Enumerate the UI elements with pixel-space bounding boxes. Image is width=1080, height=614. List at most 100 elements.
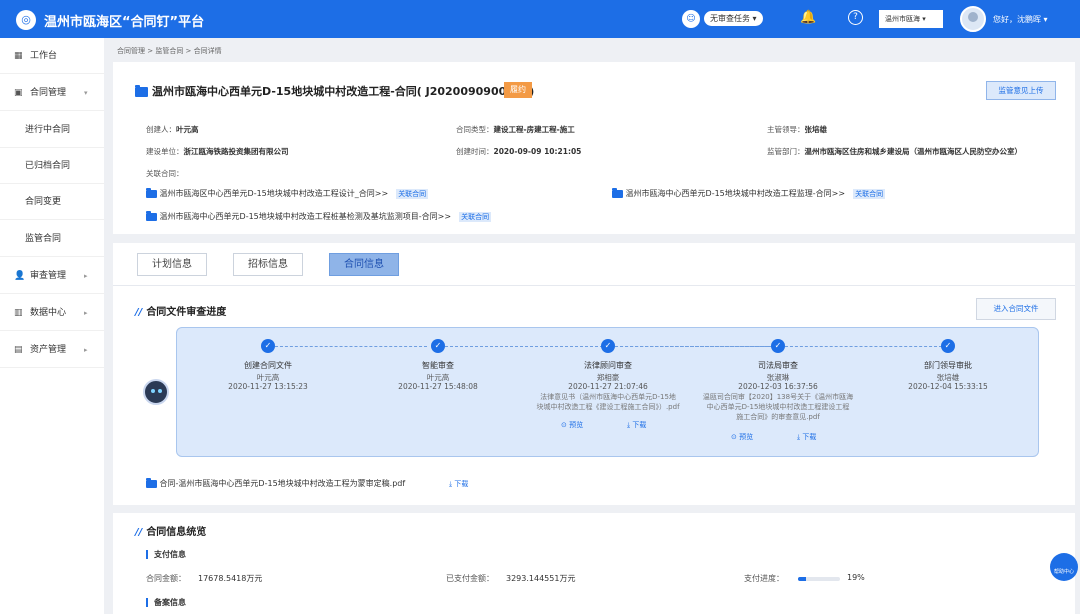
- tab-plan-info[interactable]: 计划信息: [137, 253, 207, 276]
- folder-icon: [135, 85, 148, 97]
- breadcrumb[interactable]: 合同管理 > 监管合同 > 合同详情: [117, 46, 222, 56]
- sidebar-item-asset-management[interactable]: ▤ 资产管理 ▸: [0, 332, 104, 368]
- upload-opinion-button[interactable]: 监管意见上传: [986, 81, 1056, 100]
- app-title: 温州市瓯海区“合同钉”平台: [44, 15, 205, 30]
- download-button[interactable]: ⤓ 下载: [627, 420, 646, 430]
- sidebar: ▦ 工作台 ▣ 合同管理 ▾ 进行中合同 已归档合同 合同变更 监管合同 👤 审…: [0, 38, 104, 614]
- sidebar-item-label: 合同管理: [30, 88, 67, 98]
- folder-icon: [146, 477, 157, 488]
- step-document[interactable]: 法律意见书（温州市瓯海中心西单元D-15地 块城中村改造工程《建设工程施工合同》…: [523, 392, 693, 412]
- step-name: 智能审查: [422, 361, 454, 370]
- sidebar-item-label: 数据中心: [30, 308, 67, 318]
- chevron-right-icon: ▸: [84, 346, 88, 354]
- step-time: 2020-11-27 21:07:46: [568, 382, 648, 391]
- user-greeting[interactable]: 您好，沈鹏晖 ▾: [993, 14, 1048, 25]
- overview-card: [113, 513, 1075, 614]
- step-time: 2020-12-03 16:37:56: [738, 382, 818, 391]
- sidebar-item-contract-changes[interactable]: 合同变更: [0, 184, 104, 220]
- sidebar-item-label: 进行中合同: [25, 125, 71, 135]
- avatar[interactable]: [960, 6, 986, 32]
- sidebar-item-label: 资产管理: [30, 345, 67, 355]
- sidebar-item-label: 已归档合同: [25, 161, 71, 171]
- creator-field: 创建人：叶元高: [146, 125, 199, 134]
- chevron-right-icon: ▸: [84, 309, 88, 317]
- sidebar-item-label: 合同变更: [25, 197, 62, 207]
- user-icon: 👤: [14, 271, 26, 281]
- payment-progress-label: 支付进度：: [744, 574, 784, 583]
- sidebar-item-archived-contracts[interactable]: 已归档合同: [0, 148, 104, 184]
- sidebar-item-label: 监管合同: [25, 234, 62, 244]
- builder-field: 建设单位：浙江瓯海铁路投资集团有限公司: [146, 147, 289, 156]
- step-document[interactable]: 温瓯司合同审【2020】138号关于《温州市瓯海 中心西单元D-15地块城中村改…: [693, 392, 863, 422]
- step-name: 司法局审查: [758, 361, 798, 370]
- overview-section-title: //合同信息统览: [135, 527, 207, 538]
- bell-icon[interactable]: 🔔: [800, 10, 816, 25]
- contract-amount: 合同金额： 17678.5418万元: [146, 574, 263, 583]
- tab-contract-info[interactable]: 合同信息: [329, 253, 399, 276]
- preview-button[interactable]: ⊙ 预览: [731, 432, 753, 442]
- top-bar: ◎ 温州市瓯海区“合同钉”平台 ☺ 无审查任务 ▾ 🔔 ? 温州市瓯海 ▾ 您好…: [0, 0, 1080, 38]
- check-icon: ✓: [941, 339, 955, 353]
- sidebar-item-ongoing-contracts[interactable]: 进行中合同: [0, 112, 104, 148]
- preview-button[interactable]: ⊙ 预览: [561, 420, 583, 430]
- download-button[interactable]: ⤓ 下载: [797, 432, 816, 442]
- region-select[interactable]: 温州市瓯海 ▾: [879, 10, 943, 28]
- help-icon[interactable]: ?: [848, 10, 863, 25]
- sidebar-item-review-management[interactable]: 👤 审查管理 ▸: [0, 258, 104, 294]
- check-icon: ✓: [261, 339, 275, 353]
- payment-progress-percent: 19%: [847, 573, 865, 582]
- folder-icon: [612, 187, 623, 198]
- related-contract-link[interactable]: 温州市瓯海中心西单元D-15地块城中村改造工程监理-合同>> 关联合同: [612, 187, 886, 199]
- step-time: 2020-11-27 15:48:08: [398, 382, 478, 391]
- related-contract-link[interactable]: 温州市瓯海中心西单元D-15地块城中村改造工程桩基检测及基坑监测项目-合同>> 关…: [146, 210, 492, 222]
- step-name: 法律顾问审查: [584, 361, 632, 370]
- file-download-button[interactable]: ⤓ 下载: [449, 479, 468, 489]
- step-name: 创建合同文件: [244, 361, 292, 370]
- check-icon: ✓: [431, 339, 445, 353]
- related-tag: 关联合同: [396, 189, 429, 199]
- related-contract-link[interactable]: 温州市瓯海区中心西单元D-15地块城中村改造工程设计_合同>> 关联合同: [146, 187, 429, 199]
- step-time: 2020-11-27 13:15:23: [228, 382, 308, 391]
- tab-bidding-info[interactable]: 招标信息: [233, 253, 303, 276]
- check-icon: ✓: [771, 339, 785, 353]
- folder-icon: [146, 187, 157, 198]
- sidebar-item-contract-management[interactable]: ▣ 合同管理 ▾: [0, 75, 104, 111]
- payment-progress-bar: [798, 577, 840, 581]
- contract-management-icon: ▣: [14, 88, 23, 98]
- workbench-icon: ▦: [14, 51, 23, 61]
- step-time: 2020-12-04 15:33:15: [908, 382, 988, 391]
- divider: [113, 285, 1075, 286]
- related-tag: 关联合同: [853, 189, 886, 199]
- paid-amount: 已支付金额： 3293.144551万元: [446, 574, 576, 583]
- payment-progress-fill: [798, 577, 806, 581]
- asset-icon: ▤: [14, 345, 23, 355]
- status-badge: 履约: [504, 82, 532, 98]
- chevron-right-icon: ▸: [84, 272, 88, 280]
- folder-icon: [146, 210, 157, 221]
- robot-assistant-icon[interactable]: [143, 379, 169, 405]
- bar-chart-icon: ▥: [14, 308, 23, 318]
- sidebar-item-label: 工作台: [30, 51, 58, 61]
- sidebar-item-supervised-contracts[interactable]: 监管合同: [0, 221, 104, 257]
- sidebar-item-label: 审查管理: [30, 271, 67, 281]
- related-contracts-label: 关联合同：: [146, 169, 184, 178]
- contract-type-field: 合同类型：建设工程-房建工程-施工: [456, 125, 575, 134]
- related-tag: 关联合同: [459, 212, 492, 222]
- sidebar-item-data-center[interactable]: ▥ 数据中心 ▸: [0, 295, 104, 331]
- created-time-field: 创建时间：2020-09-09 10:21:05: [456, 147, 582, 156]
- leader-field: 主管领导：张培雄: [767, 125, 827, 134]
- help-center-button[interactable]: 帮助中心: [1050, 553, 1078, 581]
- assistant-robot-icon[interactable]: ☺: [682, 10, 700, 28]
- filing-info-title: 备案信息: [146, 598, 186, 607]
- enter-contract-file-button[interactable]: 进入合同文件: [976, 298, 1056, 320]
- contract-file-link[interactable]: 合同-温州市瓯海中心西单元D-15地块城中村改造工程为蒙审定稿.pdf: [146, 477, 405, 489]
- payment-info-title: 支付信息: [146, 550, 186, 559]
- task-select[interactable]: 无审查任务 ▾: [704, 11, 763, 26]
- platform-logo-icon: ◎: [16, 10, 36, 30]
- review-progress: ✓ ✓ ✓ ✓ ✓ 创建合同文件 叶元高 2020-11-27 13:15:23…: [176, 327, 1039, 457]
- check-icon: ✓: [601, 339, 615, 353]
- review-section-title: //合同文件审查进度: [135, 307, 227, 318]
- step-name: 部门领导审批: [924, 361, 972, 370]
- supervisor-field: 监管部门：温州市瓯海区住房和城乡建设局（温州市瓯海区人民防空办公室）: [767, 147, 1022, 156]
- sidebar-item-workbench[interactable]: ▦ 工作台: [0, 38, 104, 74]
